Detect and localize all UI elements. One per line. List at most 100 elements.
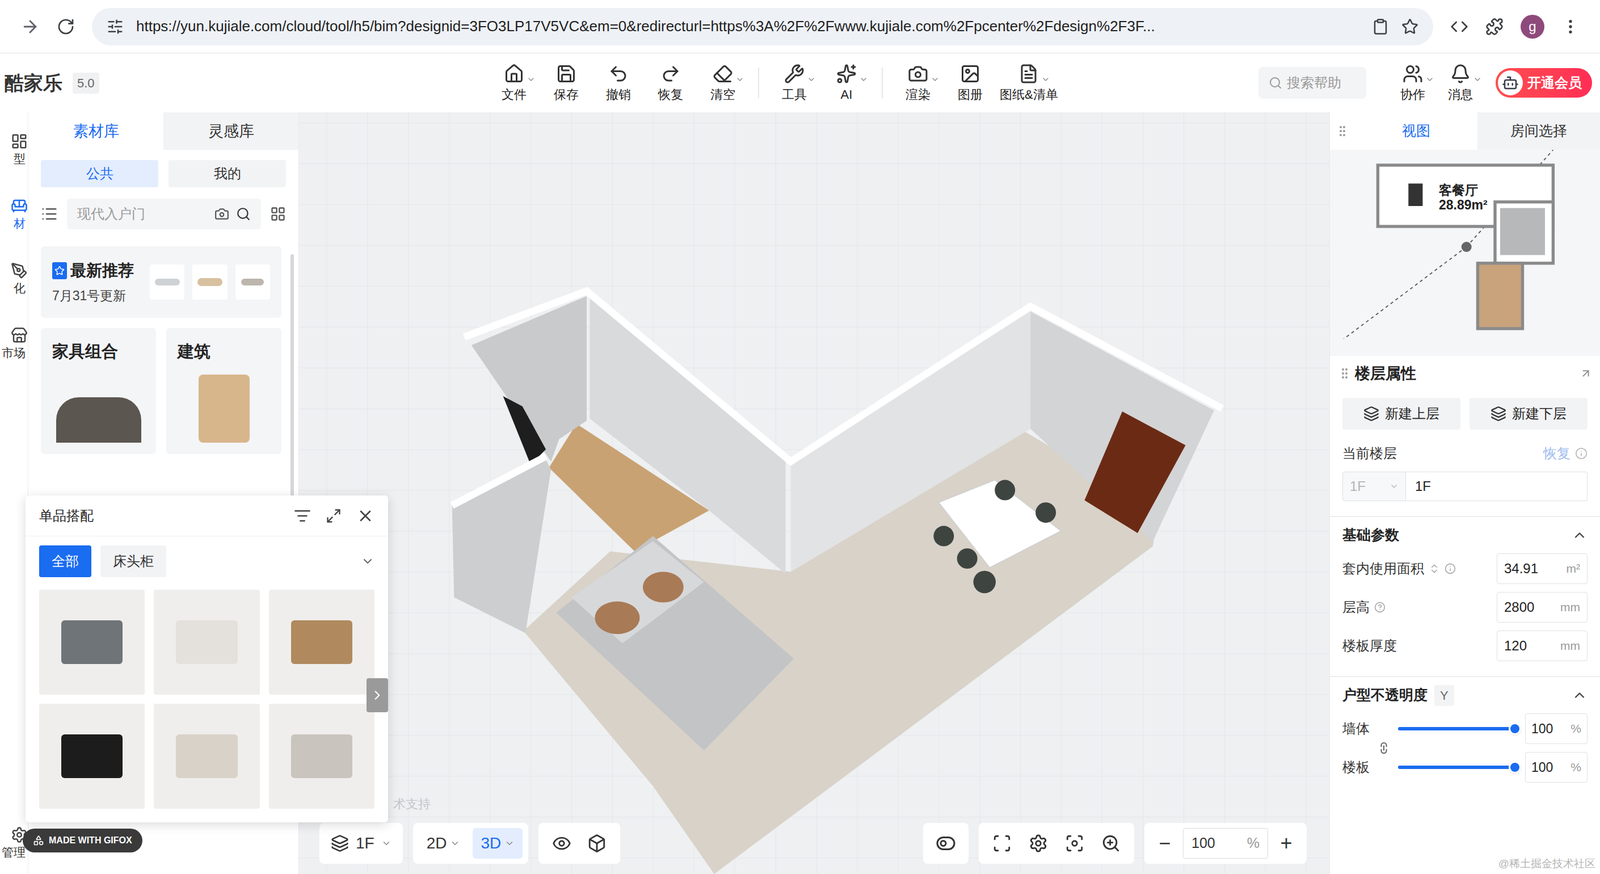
opacity-input[interactable]: 100% xyxy=(1525,751,1588,783)
view-settings-icon[interactable] xyxy=(1028,833,1048,853)
focus-icon[interactable] xyxy=(1064,833,1085,853)
toolbar-button[interactable]: 协作 xyxy=(1388,63,1437,103)
toolbar-button[interactable]: AI xyxy=(820,63,873,103)
opacity-input[interactable]: 100% xyxy=(1525,713,1588,744)
room-label[interactable]: 客餐厅28.89m² xyxy=(1438,182,1488,213)
profile-avatar[interactable]: g xyxy=(1520,14,1545,39)
address-bar[interactable]: https://yun.kujiale.com/cloud/tool/h5/bi… xyxy=(91,7,1434,46)
param-input[interactable]: 34.91m² xyxy=(1496,553,1588,584)
dropdown-caret-icon xyxy=(930,74,940,84)
product-thumb[interactable] xyxy=(39,589,145,695)
view-tab[interactable]: 房间选择 xyxy=(1477,112,1600,150)
floor-name-input[interactable]: 1F xyxy=(1405,471,1588,501)
opacity-slider[interactable] xyxy=(1398,755,1515,779)
category-card[interactable]: 家具组合 xyxy=(40,327,157,454)
match-popup: 单品搭配全部床头柜 xyxy=(25,495,389,823)
floor-switcher[interactable]: 1F xyxy=(319,822,403,864)
extension-icon[interactable] xyxy=(1450,17,1469,36)
zoom-out-button[interactable]: − xyxy=(1154,827,1176,859)
rail-item[interactable]: 型 xyxy=(10,132,28,166)
next-page-button[interactable] xyxy=(366,678,389,713)
image-search-icon[interactable] xyxy=(214,206,230,222)
toolbar-button[interactable]: 文件 xyxy=(487,63,541,103)
room-3d-view[interactable] xyxy=(299,112,1330,874)
slider-knob[interactable] xyxy=(1508,760,1522,774)
toolbar-button[interactable]: 恢复 xyxy=(644,63,697,103)
minimap[interactable]: 客餐厅28.89m² xyxy=(1329,149,1600,339)
toolbar-button[interactable]: 工具 xyxy=(768,63,821,103)
rail-item[interactable]: 化 xyxy=(10,262,28,296)
toolbar-button[interactable]: 消息 xyxy=(1436,63,1485,103)
view-tab[interactable]: 视图 xyxy=(1354,112,1478,150)
drag-handle-icon[interactable] xyxy=(1337,366,1352,381)
zoom-input[interactable]: 100% xyxy=(1182,827,1269,859)
featured-card[interactable]: 最新推荐7月31号更新 xyxy=(40,246,282,318)
site-settings-icon[interactable] xyxy=(106,18,124,36)
dropdown-caret-icon xyxy=(806,74,816,84)
restore-button[interactable]: 恢复 xyxy=(1543,443,1571,464)
drag-handle-icon[interactable] xyxy=(1335,124,1350,138)
reload-icon[interactable] xyxy=(56,17,75,36)
toolbar-button[interactable]: 图纸&清单 xyxy=(996,63,1062,103)
category-card[interactable]: 建筑 xyxy=(166,327,282,454)
more-tabs-icon[interactable] xyxy=(360,554,375,568)
new-floor-button[interactable]: 新建下层 xyxy=(1469,397,1588,430)
zoom-fit-icon[interactable] xyxy=(1101,833,1121,853)
clipboard-icon[interactable] xyxy=(1371,18,1389,36)
opacity-slider[interactable] xyxy=(1398,717,1515,740)
popup-tab[interactable]: 床头柜 xyxy=(100,545,167,578)
param-input[interactable]: 120mm xyxy=(1496,630,1588,661)
toolbar-button[interactable]: 撤销 xyxy=(592,63,645,103)
vip-button[interactable]: 开通会员 xyxy=(1495,68,1593,98)
frame-view-icon[interactable] xyxy=(992,833,1012,853)
new-floor-button[interactable]: 新建上层 xyxy=(1342,397,1461,430)
view-mode-button[interactable]: 2D xyxy=(418,827,469,859)
section-title: 楼层属性 xyxy=(1354,361,1417,386)
param-input[interactable]: 2800mm xyxy=(1496,591,1588,623)
extensions-puzzle-icon[interactable] xyxy=(1485,17,1504,36)
cube-icon[interactable] xyxy=(587,833,607,853)
product-thumb[interactable] xyxy=(153,703,260,809)
toolbar-button[interactable]: 清空 xyxy=(696,63,749,103)
material-search[interactable]: 现代入户门 xyxy=(66,198,261,230)
zoom-in-button[interactable]: + xyxy=(1276,827,1297,859)
product-thumb[interactable] xyxy=(39,703,145,809)
maximize-icon[interactable] xyxy=(325,507,342,524)
menu-icon[interactable] xyxy=(1561,17,1580,36)
filter-icon[interactable] xyxy=(293,507,311,525)
help-search[interactable]: 搜索帮助 xyxy=(1258,66,1367,99)
forward-icon[interactable] xyxy=(20,17,40,37)
expand-icon[interactable] xyxy=(1579,367,1593,380)
search-icon[interactable] xyxy=(236,206,251,222)
collapse-icon[interactable] xyxy=(1571,527,1588,543)
popup-title: 单品搭配 xyxy=(39,505,280,526)
product-thumb[interactable] xyxy=(268,703,375,809)
product-thumb[interactable] xyxy=(153,589,260,695)
url-text[interactable]: https://yun.kujiale.com/cloud/tool/h5/bi… xyxy=(136,15,1360,38)
scope-tab[interactable]: 公共 xyxy=(40,160,159,188)
logo[interactable]: 酷家乐 xyxy=(4,68,63,98)
rail-item[interactable]: 材 xyxy=(10,197,28,231)
link-icon[interactable] xyxy=(1377,741,1391,755)
floor-select[interactable]: 1F xyxy=(1342,471,1406,501)
panel-tab[interactable]: 灵感库 xyxy=(163,112,299,150)
toggle-icon[interactable] xyxy=(935,832,957,854)
design-canvas[interactable]: 术支持1F2D3D−100%+ xyxy=(299,112,1330,874)
view-mode-button[interactable]: 3D xyxy=(472,827,523,859)
toolbar-button[interactable]: 图册 xyxy=(944,63,997,103)
collapse-icon[interactable] xyxy=(1571,687,1588,703)
rail-item[interactable]: 市场 xyxy=(1,326,28,360)
close-icon[interactable] xyxy=(356,506,375,525)
category-list-icon[interactable] xyxy=(40,205,58,223)
eraser-icon xyxy=(712,63,734,84)
bookmark-star-icon[interactable] xyxy=(1401,18,1419,36)
toolbar-button[interactable]: 渲染 xyxy=(891,63,945,103)
scope-tab[interactable]: 我的 xyxy=(168,160,286,188)
toolbar-button[interactable]: 保存 xyxy=(540,63,593,103)
visibility-eye-icon[interactable] xyxy=(552,833,572,853)
popup-tab[interactable]: 全部 xyxy=(39,545,92,578)
panel-tab[interactable]: 素材库 xyxy=(28,112,164,150)
grid-view-icon[interactable] xyxy=(270,205,286,222)
slider-knob[interactable] xyxy=(1508,722,1522,735)
product-thumb[interactable] xyxy=(268,589,375,695)
